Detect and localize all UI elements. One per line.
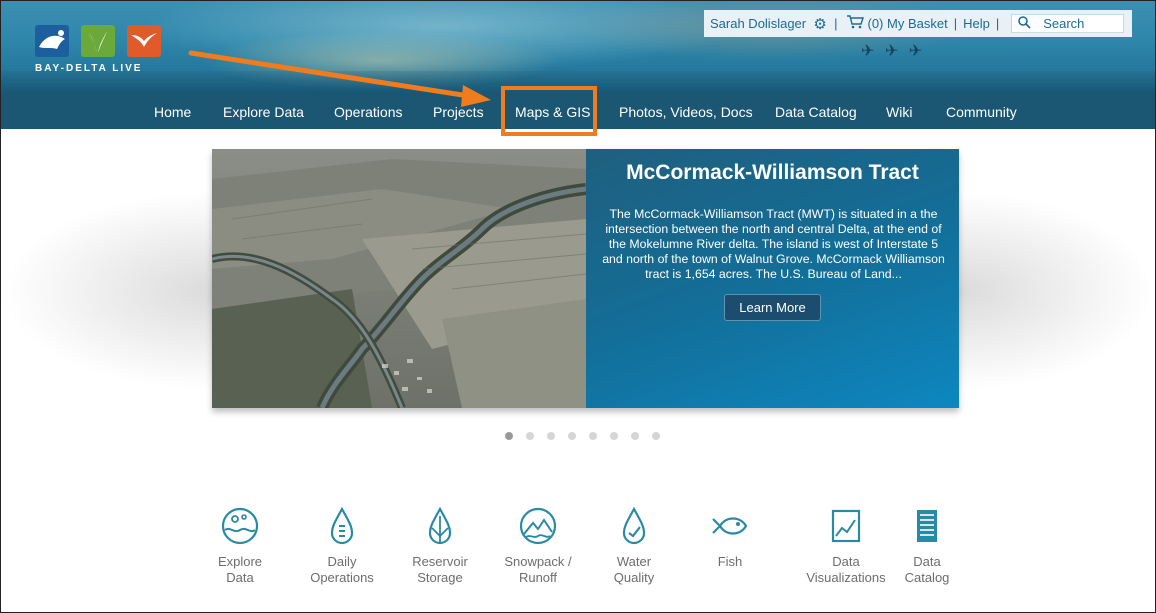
carousel-pagination — [505, 432, 673, 440]
whale-logo-icon — [35, 25, 69, 57]
site-logo[interactable]: BAY-DELTA LIVE — [35, 25, 175, 80]
divider: | — [834, 16, 838, 31]
mountain-icon — [519, 507, 557, 545]
user-bar: Sarah Dolislager ⚙ | (0) My Basket | Hel… — [704, 10, 1132, 37]
divider: | — [953, 16, 958, 31]
header-banner: BAY-DELTA LIVE ✈ ✈ ✈ Sarah Dolislager ⚙ … — [1, 1, 1155, 95]
gear-icon[interactable]: ⚙ — [812, 16, 828, 33]
site-brand-text: BAY-DELTA LIVE — [35, 63, 143, 74]
quicklink-fish[interactable]: Fish — [685, 506, 775, 570]
quicklink-label: Data — [832, 554, 860, 569]
nav-wiki[interactable]: Wiki — [886, 95, 912, 129]
reservoir-drop-icon — [428, 506, 452, 545]
nav-photos-videos-docs[interactable]: Photos, Videos, Docs — [619, 95, 753, 129]
slide-description: The McCormack-Williamson Tract (MWT) is … — [602, 207, 945, 281]
quicklink-label: Storage — [417, 570, 463, 585]
cart-icon[interactable] — [846, 15, 864, 32]
carousel-shadow-left — [1, 191, 212, 391]
nav-operations[interactable]: Operations — [334, 95, 402, 129]
carousel-dot-3[interactable] — [547, 432, 555, 440]
carousel-dot-5[interactable] — [589, 432, 597, 440]
annotation-highlight-box — [501, 86, 597, 136]
fish-icon — [712, 517, 748, 535]
nav-explore-data[interactable]: Explore Data — [223, 95, 304, 129]
divider: | — [995, 16, 1000, 31]
slide-title: McCormack-Williamson Tract — [626, 161, 919, 184]
quicklink-label: Visualizations — [806, 570, 886, 585]
nav-community[interactable]: Community — [946, 95, 1017, 129]
quicklink-label: Operations — [310, 570, 374, 585]
quicklink-explore-data[interactable]: Explore Data — [195, 506, 285, 586]
quicklink-label: Snowpack / — [504, 554, 572, 569]
browser-viewport: BAY-DELTA LIVE ✈ ✈ ✈ Sarah Dolislager ⚙ … — [0, 0, 1156, 613]
quicklink-label: Data — [226, 570, 254, 585]
carousel-slide[interactable]: McCormack-Williamson Tract The McCormack… — [212, 149, 959, 408]
quicklink-label: Fish — [717, 554, 743, 569]
quicklink-label: Daily — [327, 554, 357, 569]
quicklink-label: Reservoir — [412, 554, 468, 569]
search-input[interactable] — [1043, 16, 1114, 31]
carousel-dot-4[interactable] — [568, 432, 576, 440]
quicklink-label: Water — [616, 554, 652, 569]
slide-info-panel: McCormack-Williamson Tract The McCormack… — [586, 149, 959, 408]
nav-projects[interactable]: Projects — [433, 95, 484, 129]
aerial-photo — [212, 149, 586, 408]
nav-home[interactable]: Home — [154, 95, 191, 129]
carousel-dot-7[interactable] — [631, 432, 639, 440]
quicklink-data-catalog[interactable]: Data Catalog — [882, 506, 972, 586]
search-icon[interactable] — [1018, 15, 1031, 32]
quicklink-data-visualizations[interactable]: Data Visualizations — [801, 506, 891, 586]
leaf-logo-icon — [81, 25, 115, 57]
carousel-dot-8[interactable] — [652, 432, 660, 440]
carousel-dot-6[interactable] — [610, 432, 618, 440]
learn-more-button[interactable]: Learn More — [724, 294, 821, 321]
bird-logo-icon — [127, 25, 161, 57]
carousel-dot-2[interactable] — [526, 432, 534, 440]
quicklink-daily-operations[interactable]: Daily Operations — [297, 506, 387, 586]
quicklink-label: Runoff — [518, 570, 558, 585]
birds-decoration: ✈ ✈ ✈ — [861, 43, 926, 60]
help-link[interactable]: Help — [963, 16, 990, 31]
water-drop-meter-icon — [330, 506, 354, 545]
quicklink-label: Catalog — [904, 570, 950, 585]
nav-data-catalog[interactable]: Data Catalog — [775, 95, 857, 129]
quicklink-label: Quality — [613, 570, 655, 585]
carousel-dot-1[interactable] — [505, 432, 513, 440]
quicklink-reservoir-storage[interactable]: Reservoir Storage — [395, 506, 485, 586]
basket-link[interactable]: (0) My Basket — [868, 16, 948, 31]
quicklink-label: Explore — [217, 554, 263, 569]
quicklink-water-quality[interactable]: Water Quality — [589, 506, 679, 586]
quicklink-label: Data — [913, 554, 941, 569]
carousel-shadow-right — [959, 191, 1155, 391]
catalog-icon — [917, 510, 937, 542]
chart-icon — [831, 509, 861, 543]
search-box[interactable] — [1011, 14, 1125, 33]
globe-water-icon — [221, 507, 259, 545]
quicklink-snowpack-runoff[interactable]: Snowpack / Runoff — [493, 506, 583, 586]
drop-check-icon — [622, 506, 646, 545]
user-name-link[interactable]: Sarah Dolislager — [710, 16, 806, 31]
